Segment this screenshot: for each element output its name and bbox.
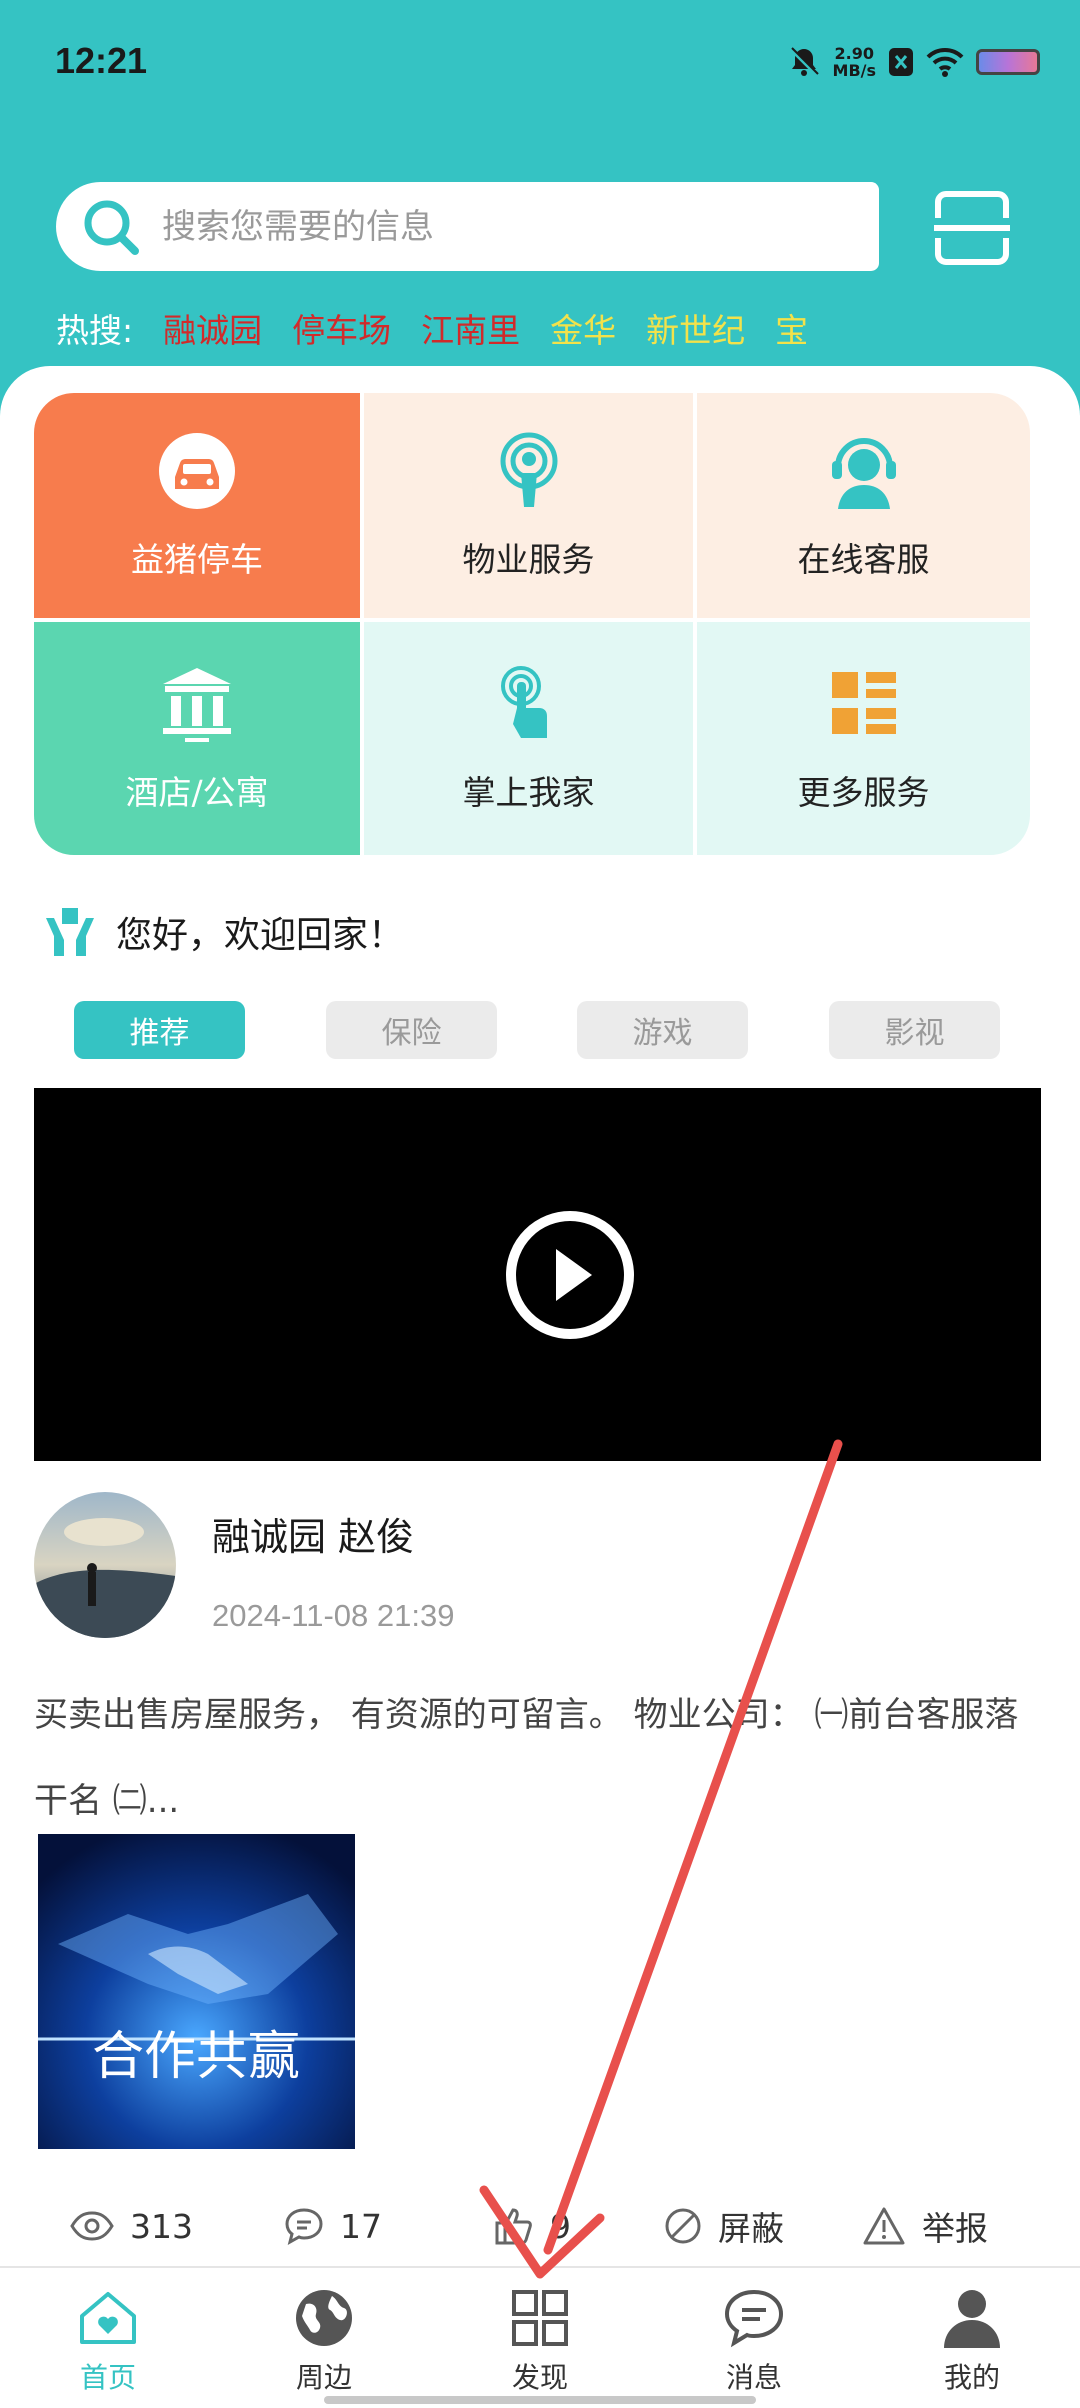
status-bar: 12:21 2.90 MB/s xyxy=(55,38,1040,88)
tab-recommend[interactable]: 推荐 xyxy=(74,1001,245,1059)
home-heart-icon xyxy=(80,2292,136,2344)
thumbs-up-icon xyxy=(495,2208,532,2245)
hot-search-item[interactable]: 新世纪 xyxy=(646,304,745,352)
bottom-nav: 首页 周边 发现 消息 我的 xyxy=(0,2266,1080,2408)
grid-icon xyxy=(512,2290,568,2346)
category-tabs: 推荐 保险 游戏 影视 xyxy=(74,1001,1002,1059)
avatar[interactable] xyxy=(34,1492,176,1638)
tab-movies[interactable]: 影视 xyxy=(829,1001,1000,1059)
service-label: 掌上我家 xyxy=(462,772,595,812)
service-label: 在线客服 xyxy=(797,539,930,579)
play-icon[interactable] xyxy=(504,1209,636,1341)
touch-icon xyxy=(500,665,547,738)
hot-search-row: 热搜: 融诚园 停车场 江南里 金华 新世纪 宝 xyxy=(56,304,808,352)
video-player[interactable] xyxy=(34,1088,1041,1461)
nav-discover[interactable]: 发现 xyxy=(470,2286,610,2396)
hot-search-item[interactable]: 金华 xyxy=(550,304,616,352)
warning-icon xyxy=(863,2207,905,2245)
service-grid: 益猪停车 物业服务 在线客服 酒店/公寓 掌上我家 更多服务 xyxy=(34,393,1030,855)
service-label: 益猪停车 xyxy=(131,539,263,579)
car-icon xyxy=(159,432,235,509)
service-hotel[interactable]: 酒店/公寓 xyxy=(34,622,364,855)
image-caption: 合作共赢 xyxy=(92,2027,300,2087)
nav-home[interactable]: 首页 xyxy=(38,2286,178,2396)
block-icon xyxy=(665,2208,701,2244)
service-label: 酒店/公寓 xyxy=(125,772,269,812)
eye-icon xyxy=(70,2211,114,2241)
post-image[interactable]: 合作共赢 xyxy=(38,1834,355,2149)
tab-insurance[interactable]: 保险 xyxy=(326,1001,497,1059)
headset-icon xyxy=(831,437,896,509)
service-label: 更多服务 xyxy=(797,772,930,812)
welcome-banner: 您好，欢迎回家！ xyxy=(42,904,404,960)
net-speed: 2.90 MB/s xyxy=(832,44,876,80)
post-actions: 313 17 9 屏蔽 举报 xyxy=(70,2196,1010,2256)
search-input[interactable] xyxy=(162,206,879,247)
views-stat: 313 xyxy=(70,2196,193,2256)
globe-icon xyxy=(296,2290,352,2346)
hot-search-item[interactable]: 融诚园 xyxy=(163,304,262,352)
search-icon xyxy=(84,200,139,255)
grid-list-icon xyxy=(831,671,896,734)
nav-messages[interactable]: 消息 xyxy=(684,2286,824,2396)
block-button[interactable]: 屏蔽 xyxy=(664,2196,784,2256)
hot-search-item[interactable]: 宝 xyxy=(775,304,808,352)
service-label: 物业服务 xyxy=(462,539,595,579)
hot-search-label: 热搜: xyxy=(56,311,134,350)
hot-search-item[interactable]: 停车场 xyxy=(292,304,391,352)
nav-profile[interactable]: 我的 xyxy=(902,2286,1042,2396)
chat-bubble-icon xyxy=(724,2289,784,2348)
welcome-text: 您好，欢迎回家！ xyxy=(116,915,405,956)
like-button[interactable]: 9 xyxy=(494,2196,571,2256)
comment-icon xyxy=(285,2208,323,2245)
building-icon xyxy=(163,667,231,742)
mute-bell-icon xyxy=(789,47,819,77)
battery-icon xyxy=(976,49,1040,75)
tab-games[interactable]: 游戏 xyxy=(577,1001,748,1059)
search-bar[interactable] xyxy=(56,182,879,271)
scan-icon[interactable] xyxy=(932,188,1012,268)
status-time: 12:21 xyxy=(55,40,148,81)
sim-x-icon xyxy=(889,48,913,76)
hands-gift-icon xyxy=(46,908,94,956)
avatar-image xyxy=(34,1492,176,1638)
post-author[interactable]: 融诚园 赵俊 xyxy=(212,1506,414,1561)
service-more[interactable]: 更多服务 xyxy=(697,622,1030,855)
person-icon xyxy=(944,2290,1000,2348)
hot-search-item[interactable]: 江南里 xyxy=(421,304,520,352)
service-parking[interactable]: 益猪停车 xyxy=(34,393,364,622)
broadcast-icon xyxy=(500,432,557,507)
service-online-support[interactable]: 在线客服 xyxy=(697,393,1030,622)
home-indicator xyxy=(324,2396,756,2404)
service-my-home[interactable]: 掌上我家 xyxy=(364,622,697,855)
status-icons: 2.90 MB/s xyxy=(787,42,1040,82)
post-text[interactable]: 买卖出售房屋服务， 有资源的可留言。 物业公司： ㈠前台客服落干名 ㈡... xyxy=(34,1672,1044,1844)
wifi-icon xyxy=(926,47,964,77)
nav-nearby[interactable]: 周边 xyxy=(254,2286,394,2396)
post-date: 2024-11-08 21:39 xyxy=(212,1598,455,1633)
handshake-image: 合作共赢 xyxy=(38,1834,355,2149)
service-property[interactable]: 物业服务 xyxy=(364,393,697,622)
report-button[interactable]: 举报 xyxy=(862,2196,988,2256)
comments-button[interactable]: 17 xyxy=(284,2196,382,2256)
